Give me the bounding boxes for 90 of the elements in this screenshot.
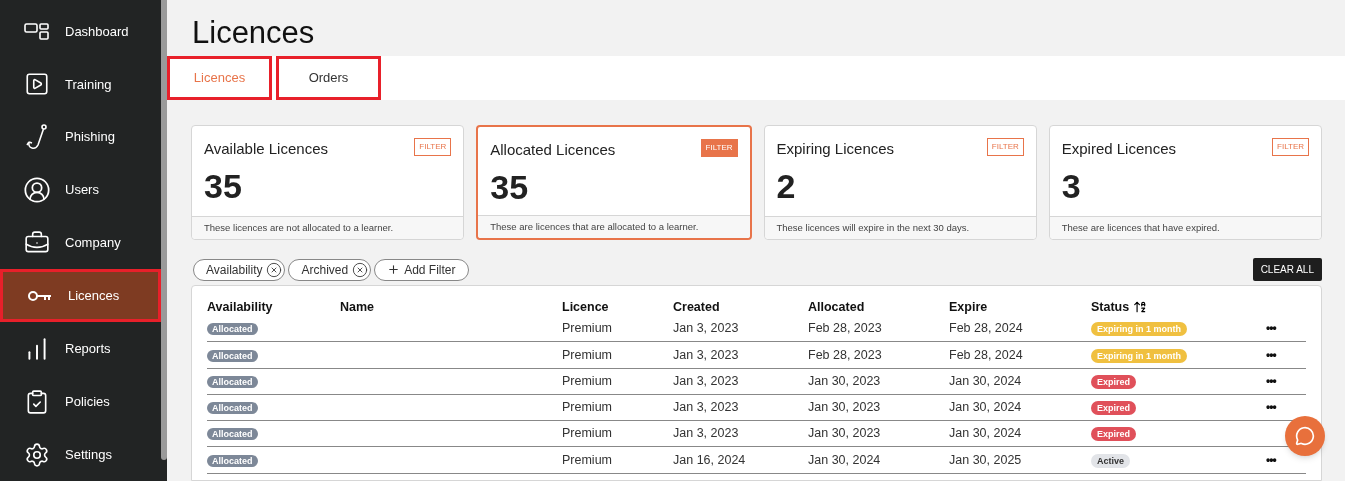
- table-cell-text: Premium: [562, 399, 613, 417]
- sidebar-item[interactable]: Training: [0, 57, 161, 111]
- availability-badge: Allocated: [207, 349, 258, 362]
- column-header[interactable]: Allocated: [808, 298, 865, 317]
- status-badge: Expiring in 1 month: [1091, 322, 1187, 337]
- more-actions[interactable]: •••: [1266, 400, 1276, 415]
- table-cell-text: Jan 3, 2023: [673, 346, 740, 364]
- sidebar-item[interactable]: Reports: [0, 322, 161, 376]
- card-count: 35: [204, 168, 243, 203]
- remove-icon[interactable]: [266, 261, 283, 278]
- key-icon: [27, 288, 53, 303]
- card-count: 2: [776, 168, 797, 203]
- availability-badge: Allocated: [207, 454, 258, 467]
- table-cell-text: Jan 3, 2023: [673, 425, 740, 443]
- table-cell-text: Jan 30, 2024: [949, 372, 1023, 390]
- column-header[interactable]: Created: [673, 298, 720, 317]
- status-badge: Expired: [1091, 374, 1136, 389]
- page-title: Licences: [191, 14, 316, 52]
- table-cell-text: Jan 3, 2023: [673, 372, 740, 390]
- dashboard-icon: [24, 20, 50, 43]
- stat-card[interactable]: Allocated Licences FILTER 35 These are licences that are allocated to a learner.: [476, 125, 752, 240]
- card-title: Expiring Licences: [776, 139, 895, 159]
- table-cell-text: Feb 28, 2023: [808, 346, 883, 364]
- sidebar-item[interactable]: Users: [0, 163, 161, 217]
- availability-badge: Allocated: [207, 428, 258, 441]
- card-title: Expired Licences: [1061, 139, 1176, 159]
- clear-all-button[interactable]: CLEAR ALL: [1252, 258, 1322, 281]
- status-badge: Expired: [1091, 401, 1136, 416]
- card-note: These licences are not allocated to a learner.: [192, 215, 464, 239]
- tab[interactable]: Orders: [276, 56, 381, 100]
- table-cell-text: Jan 3, 2023: [673, 320, 740, 338]
- table-cell-text: Jan 30, 2023: [808, 399, 882, 417]
- user-icon: [23, 176, 51, 204]
- sidebar-item[interactable]: Dashboard: [0, 5, 161, 58]
- more-actions[interactable]: •••: [1266, 321, 1276, 336]
- card-note: These are licences that have expired.: [1049, 215, 1321, 239]
- table-cell-text: Premium: [562, 372, 613, 390]
- table-cell-text: Feb 28, 2024: [949, 320, 1024, 338]
- table-cell-text: Premium: [562, 320, 613, 338]
- add-filter-button[interactable]: Add Filter: [374, 258, 469, 281]
- stat-card[interactable]: Expiring Licences FILTER 2 These licences will expire in the next 30 days.: [763, 125, 1037, 240]
- plus-icon: [387, 263, 401, 276]
- card-count: 3: [1061, 168, 1082, 203]
- hook-icon: [24, 123, 50, 152]
- card-count: 35: [490, 169, 530, 204]
- table-cell-text: Jan 16, 2024: [673, 451, 747, 469]
- availability-badge: Allocated: [207, 375, 258, 388]
- table-cell-text: Premium: [562, 346, 613, 364]
- table-cell-text: Jan 30, 2024: [949, 399, 1023, 417]
- filter-chip[interactable]: Archived: [288, 258, 372, 281]
- sidebar-item[interactable]: Phishing: [0, 110, 161, 164]
- table-cell-text: Feb 28, 2023: [808, 320, 883, 338]
- status-badge: Active: [1091, 453, 1130, 468]
- table-cell-text: Jan 30, 2023: [808, 425, 882, 443]
- more-actions[interactable]: •••: [1266, 373, 1276, 388]
- sidebar-item[interactable]: Settings: [0, 428, 161, 481]
- chat-icon: [1295, 426, 1315, 446]
- availability-badge: Allocated: [207, 323, 258, 336]
- sidebar-item[interactable]: Licences: [0, 269, 161, 323]
- card-title: Allocated Licences: [490, 140, 616, 160]
- column-header[interactable]: Expire: [949, 298, 988, 317]
- card-note: These licences will expire in the next 30 days.: [764, 215, 1036, 239]
- status-badge: Expiring in 1 month: [1091, 348, 1187, 363]
- table-cell-text: Jan 30, 2024: [949, 425, 1023, 443]
- remove-icon[interactable]: [352, 261, 369, 278]
- card-note: These are licences that are allocated to a learner.: [478, 214, 750, 238]
- stat-card[interactable]: Available Licences FILTER 35 These licences are not allocated to a learner.: [191, 125, 465, 240]
- table-cell-text: Premium: [562, 425, 613, 443]
- sort-icon[interactable]: [1133, 300, 1148, 315]
- column-header[interactable]: Availability: [207, 298, 273, 317]
- table-cell-text: Jan 3, 2023: [673, 399, 740, 417]
- table-cell-text: Jan 30, 2023: [808, 372, 882, 390]
- table-cell-text: Jan 30, 2024: [808, 451, 882, 469]
- sidebar-item[interactable]: Policies: [0, 375, 161, 429]
- filter-chip[interactable]: Availability: [193, 258, 286, 281]
- column-header[interactable]: Licence: [562, 298, 609, 317]
- table-cell-text: Premium: [562, 451, 613, 469]
- table-cell-text: Jan 30, 2025: [949, 451, 1023, 469]
- stat-card[interactable]: Expired Licences FILTER 3 These are licences that have expired.: [1048, 125, 1322, 240]
- settings-icon: [24, 441, 50, 468]
- status-badge: Expired: [1091, 427, 1136, 442]
- more-actions[interactable]: •••: [1266, 347, 1276, 362]
- sidebar-item[interactable]: Company: [0, 216, 161, 270]
- more-actions[interactable]: •••: [1266, 452, 1276, 467]
- availability-badge: Allocated: [207, 402, 258, 415]
- card-title: Available Licences: [204, 139, 328, 159]
- column-header[interactable]: Status: [1091, 298, 1130, 317]
- column-header[interactable]: Name: [340, 298, 375, 317]
- table-cell-text: Feb 28, 2024: [949, 346, 1024, 364]
- play-screen-icon: [24, 71, 50, 98]
